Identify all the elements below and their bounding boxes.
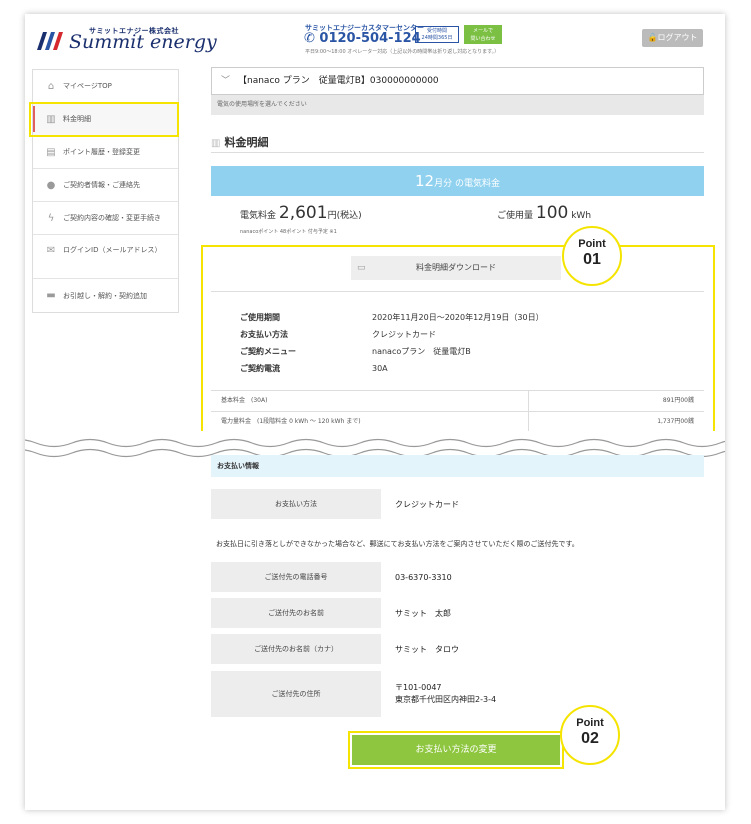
usage-summary: ご使用量 100 kWh bbox=[497, 203, 591, 223]
bolt-icon: ϟ bbox=[47, 212, 55, 224]
address-zip: 〒101-0047 bbox=[395, 683, 442, 692]
phone-number: 0120-504-124 bbox=[319, 31, 421, 46]
table-row: ご送付先の電話番号 03-6370-3310 bbox=[211, 562, 704, 592]
phone-icon: ✆ bbox=[304, 31, 320, 46]
page-title-label: 料金明細 bbox=[224, 136, 269, 149]
point-badge-title: Point bbox=[576, 717, 604, 729]
customer-center-note: 平日9:00～18:00 オペレーター対応（上記以外の時間帯は折り返し対応となり… bbox=[305, 49, 500, 55]
page-title: ▥ 料金明細 bbox=[211, 134, 268, 150]
payment-method-value: クレジットカード bbox=[395, 499, 459, 509]
sidebar-item-label: マイページTOP bbox=[63, 82, 112, 90]
payment-info-heading: お支払い情報 bbox=[211, 455, 704, 477]
billing-month-bar: 12月分 の電気料金 bbox=[211, 166, 704, 196]
point01-highlight-box bbox=[201, 245, 715, 445]
sidebar-item-label: ご契約者情報・ご連絡先 bbox=[63, 181, 140, 189]
hours-badge: 受付時間 24時間365日 bbox=[415, 26, 459, 43]
mail-inquiry-button[interactable]: メールで 問い合わせ bbox=[464, 25, 502, 44]
sidebar-item-label: お引越し・解約・契約追加 bbox=[63, 291, 147, 300]
point-badge-02: Point 02 bbox=[560, 705, 620, 765]
sidebar-item-label: ポイント履歴・登録変更 bbox=[63, 148, 140, 156]
person-icon: ● bbox=[46, 179, 56, 191]
billing-month-number: 12 bbox=[415, 172, 435, 190]
customer-center-phone[interactable]: ✆ 0120-504-124 bbox=[304, 31, 421, 46]
row-label: ご送付先のお名前（カナ） bbox=[211, 634, 381, 664]
points-note: nanacoポイント 48ポイント 付与予定 ※1 bbox=[240, 229, 337, 235]
address-line: 東京都千代田区内神田2-3-4 bbox=[395, 695, 497, 704]
sidebar-highlight-box bbox=[29, 102, 179, 137]
card-icon: ▤ bbox=[46, 146, 56, 158]
row-value: 03-6370-3310 bbox=[395, 572, 452, 582]
billing-month-label: の電気料金 bbox=[454, 179, 500, 189]
row-label: ご送付先のお名前 bbox=[211, 598, 381, 628]
lock-icon: 🔓 bbox=[647, 33, 658, 42]
billing-month-suffix: 月分 bbox=[434, 179, 453, 189]
table-row: ご送付先のお名前（カナ） サミット タロウ bbox=[211, 634, 704, 664]
sidebar-item-moving[interactable]: ▬ お引越し・解約・契約追加 bbox=[33, 279, 178, 312]
chevron-down-icon: ﹀ bbox=[221, 76, 231, 86]
truck-icon: ▬ bbox=[46, 290, 56, 301]
mail-icon: ✉ bbox=[46, 245, 56, 256]
row-value: サミット タロウ bbox=[395, 644, 459, 654]
logout-button[interactable]: 🔓ログアウト bbox=[642, 29, 703, 47]
row-label: ご送付先の電話番号 bbox=[211, 562, 381, 592]
point-badge-01: Point 01 bbox=[562, 226, 622, 286]
home-icon: ⌂ bbox=[47, 80, 55, 92]
usage-unit: kWh bbox=[571, 211, 592, 221]
sidebar-item-label: ログインID（メールアドレス） bbox=[63, 246, 162, 254]
row-value: サミット 太郎 bbox=[395, 608, 451, 618]
sidebar-item-login-id[interactable]: ✉ ログインID（メールアドレス） bbox=[33, 235, 178, 279]
row-label: ご送付先の住所 bbox=[211, 671, 381, 717]
bar-chart-icon: ▥ bbox=[211, 138, 221, 149]
logo-icon bbox=[37, 32, 63, 50]
sidebar-item-mypage-top[interactable]: ⌂ マイページTOP bbox=[33, 70, 178, 103]
charge-value: 2,601 bbox=[278, 203, 328, 223]
sidebar-item-contract-details[interactable]: ϟ ご契約内容の確認・変更手続き bbox=[33, 202, 178, 235]
mail-inquiry-bottom: 問い合わせ bbox=[470, 36, 496, 42]
logout-label: ログアウト bbox=[657, 33, 698, 42]
contract-select[interactable]: ﹀ 【nanaco プラン 従量電灯B】030000000000 bbox=[211, 67, 704, 95]
point-badge-title: Point bbox=[578, 238, 606, 250]
change-payment-method-button[interactable]: お支払い方法の変更 bbox=[352, 735, 560, 765]
contract-select-hint: 電気の使用場所を選んでください bbox=[211, 95, 704, 115]
payment-method-row: お支払い方法 クレジットカード bbox=[211, 489, 704, 519]
point-badge-number: 02 bbox=[581, 730, 599, 747]
mail-inquiry-top: メールで bbox=[472, 28, 493, 34]
sidebar-item-label: ご契約内容の確認・変更手続き bbox=[63, 214, 161, 222]
table-row: ご送付先のお名前 サミット 太郎 bbox=[211, 598, 704, 628]
charge-label: 電気料金 bbox=[240, 211, 277, 221]
point-badge-number: 01 bbox=[583, 251, 601, 268]
page: サミットエナジー株式会社 Summit energy サミットエナジーカスタマー… bbox=[25, 14, 725, 810]
usage-value: 100 bbox=[535, 203, 569, 223]
charge-summary: 電気料金 2,601円(税込) bbox=[240, 203, 362, 223]
logo-text: Summit energy bbox=[69, 31, 217, 53]
hours-badge-bottom: 24時間365日 bbox=[421, 35, 453, 41]
payment-method-label: お支払い方法 bbox=[211, 489, 381, 519]
usage-label: ご使用量 bbox=[497, 211, 534, 221]
sidebar-item-contractor-info[interactable]: ● ご契約者情報・ご連絡先 bbox=[33, 169, 178, 202]
contract-select-value: 【nanaco プラン 従量電灯B】030000000000 bbox=[238, 76, 439, 86]
payment-note: お支払日に引き落としができなかった場合など、郵送にてお支払い方法をご案内させてい… bbox=[216, 540, 579, 548]
hours-badge-top: 受付時間 bbox=[426, 28, 447, 34]
table-row: ご送付先の住所 〒101-0047 東京都千代田区内神田2-3-4 bbox=[211, 671, 704, 717]
sidebar-item-points[interactable]: ▤ ポイント履歴・登録変更 bbox=[33, 136, 178, 169]
divider bbox=[211, 152, 704, 153]
address-value: 〒101-0047 東京都千代田区内神田2-3-4 bbox=[395, 671, 496, 717]
charge-unit: 円(税込) bbox=[327, 211, 362, 221]
